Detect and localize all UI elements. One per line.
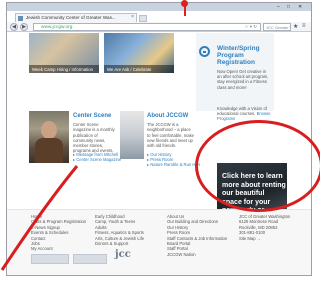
annotation-arrow — [0, 165, 79, 271]
annotation-arrow-line — [0, 165, 79, 271]
